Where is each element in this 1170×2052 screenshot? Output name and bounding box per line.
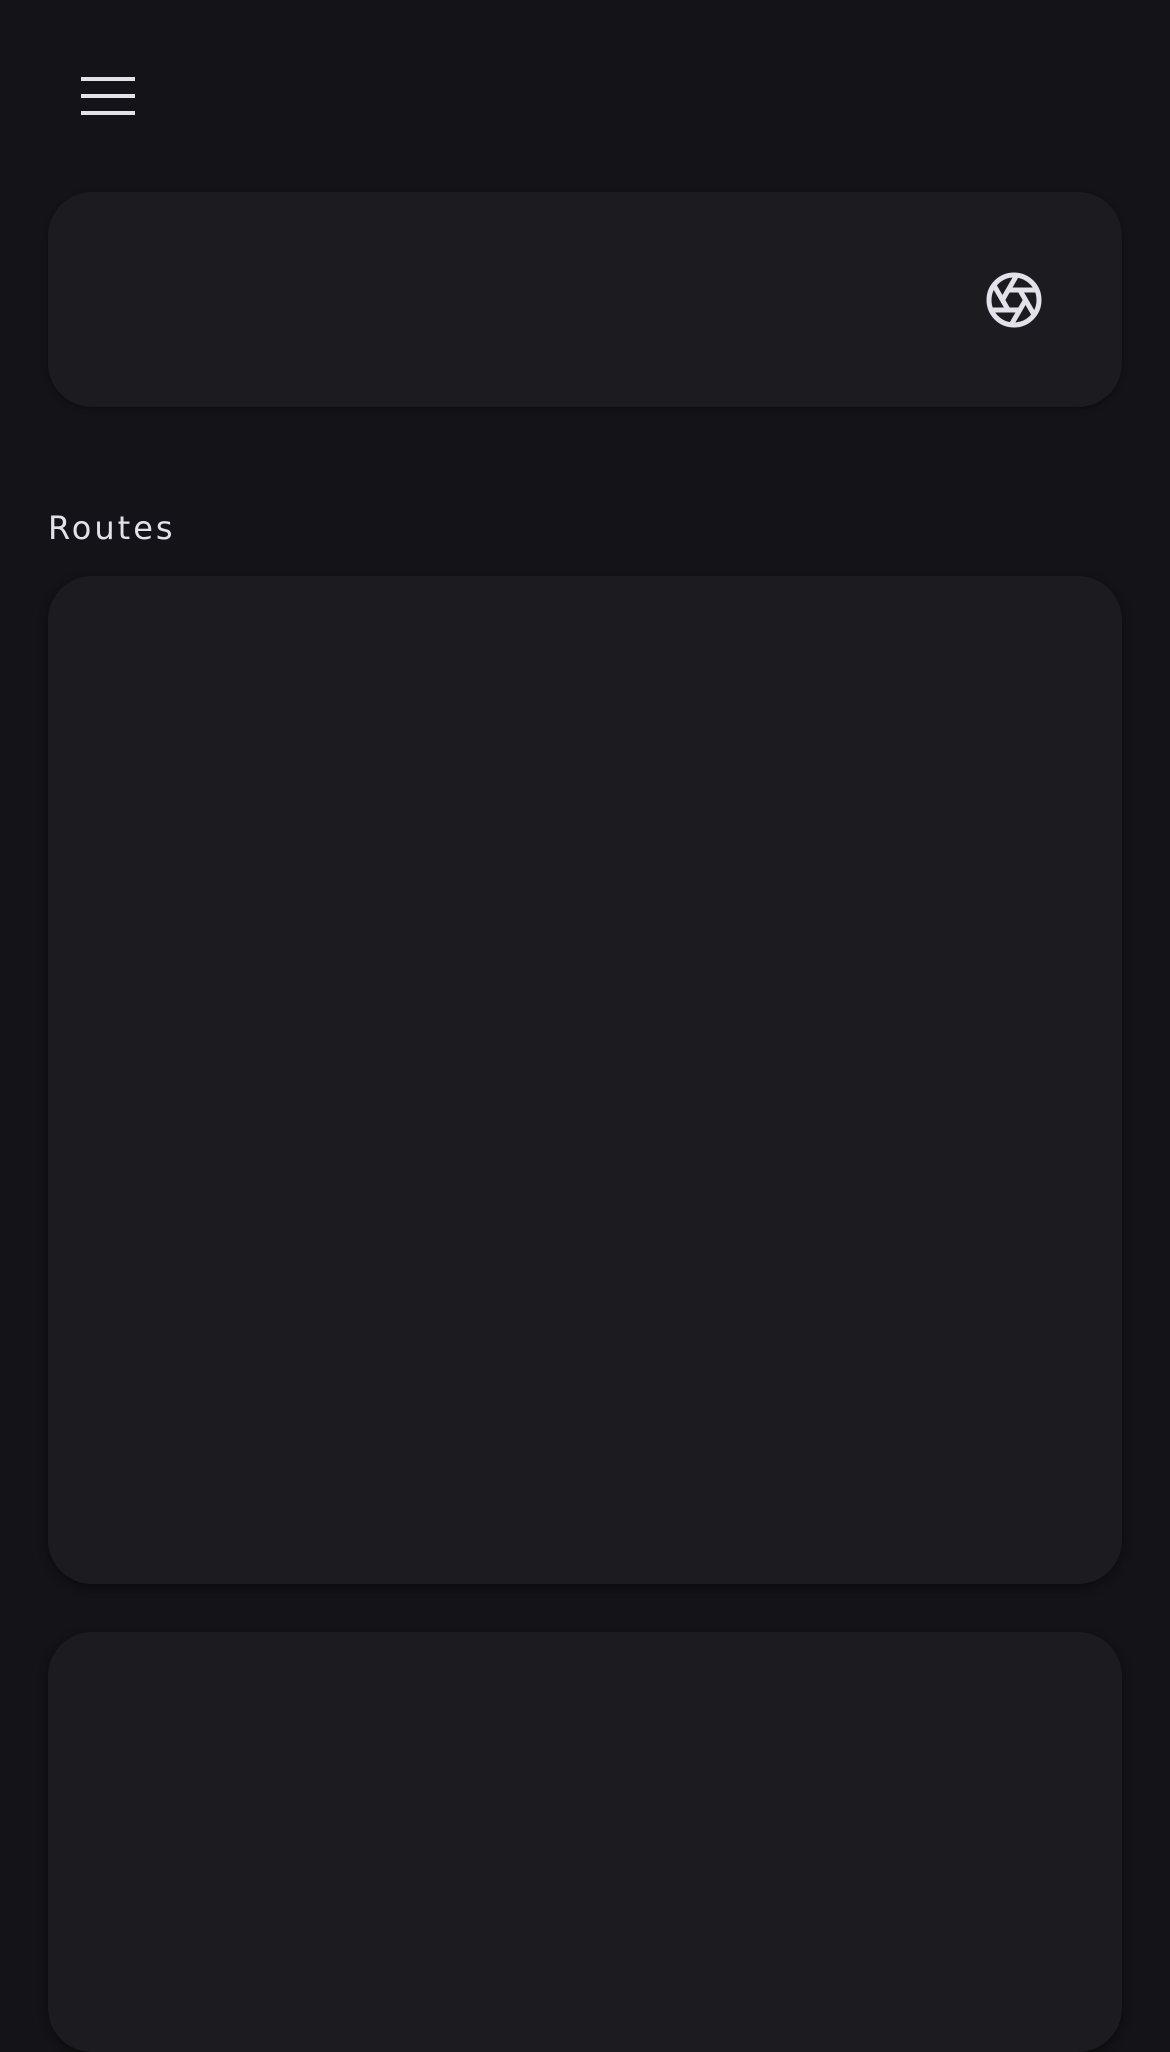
routes-heading: Routes — [48, 509, 176, 547]
aperture-button[interactable] — [974, 260, 1054, 340]
top-card — [48, 192, 1122, 407]
menu-icon — [81, 77, 135, 115]
route-card[interactable] — [48, 1632, 1122, 2052]
route-card[interactable] — [48, 576, 1122, 1584]
menu-button[interactable] — [72, 68, 144, 124]
aperture-icon — [986, 272, 1042, 328]
